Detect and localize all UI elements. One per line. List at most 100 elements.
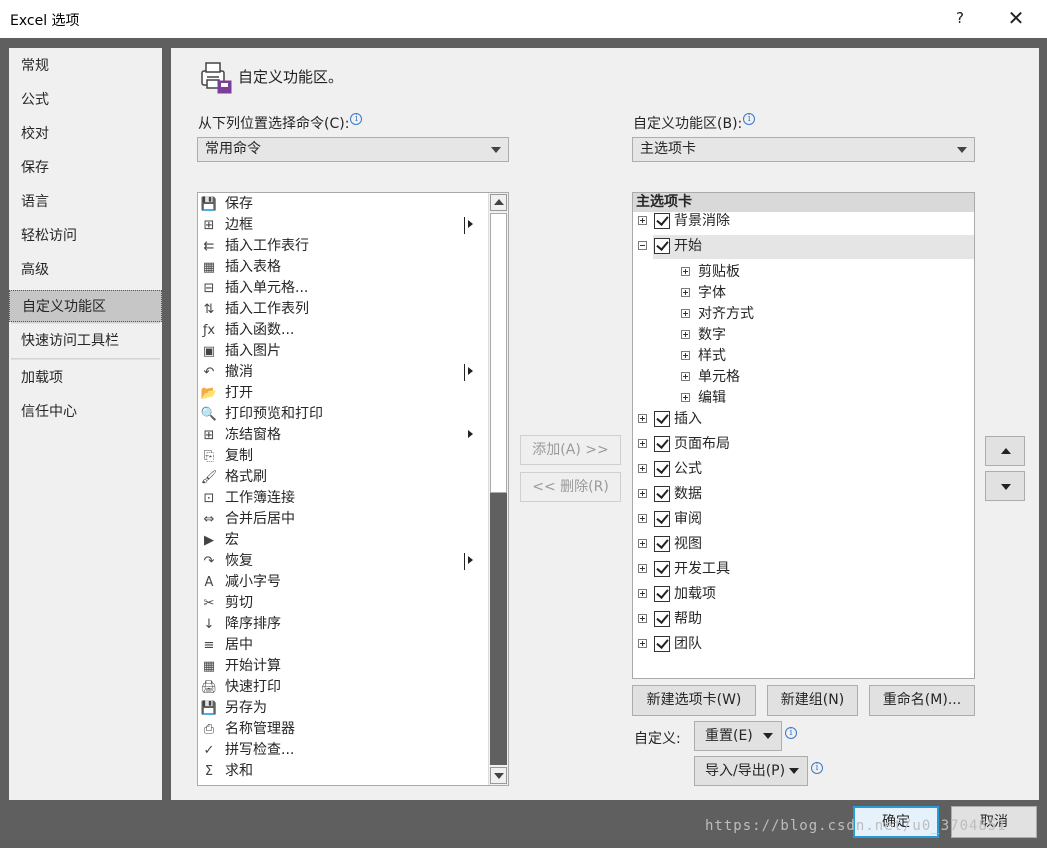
tab-checkbox[interactable]: [654, 611, 670, 627]
nav-item-6[interactable]: 高级: [9, 254, 162, 286]
expand-icon[interactable]: [681, 372, 690, 381]
command-item[interactable]: 💾 保存: [198, 194, 488, 215]
ribbon-tree-row[interactable]: 页面布局: [633, 433, 974, 457]
import-export-dropdown-button[interactable]: 导入/导出(P): [694, 756, 808, 786]
expand-icon[interactable]: [638, 514, 647, 523]
command-item[interactable]: A 减小字号: [198, 572, 488, 593]
command-item[interactable]: ✓ 拼写检查...: [198, 740, 488, 761]
scroll-down-icon[interactable]: [490, 767, 507, 784]
info-icon[interactable]: i: [743, 113, 756, 125]
tab-checkbox[interactable]: [654, 436, 670, 452]
ribbon-tree-row[interactable]: 开发工具: [633, 558, 974, 582]
command-item[interactable]: ≡ 居中: [198, 635, 488, 656]
command-item[interactable]: ↓ 降序排序: [198, 614, 488, 635]
nav-item-0[interactable]: 常规: [9, 50, 162, 82]
command-item[interactable]: 🖌 格式刷: [198, 467, 488, 488]
tab-checkbox[interactable]: [654, 213, 670, 229]
help-icon[interactable]: ?: [950, 6, 970, 30]
command-item[interactable]: ⇇ 插入工作表行: [198, 236, 488, 257]
submenu-arrow-icon[interactable]: [468, 430, 473, 438]
nav-item-4[interactable]: 语言: [9, 186, 162, 218]
command-item[interactable]: ƒx 插入函数...: [198, 320, 488, 341]
command-item[interactable]: ⊡ 工作簿连接: [198, 488, 488, 509]
commands-list[interactable]: 💾 保存 ⊞ 边框 ⇇ 插入工作表行 ▦ 插入表格 ⊟ 插入单元格... ⇅ 插入工作表列 ƒx 插入函数…: [197, 192, 509, 786]
command-item[interactable]: ⊟ 插入单元格...: [198, 278, 488, 299]
move-up-button[interactable]: [985, 436, 1025, 466]
command-item[interactable]: ▣ 插入图片: [198, 341, 488, 362]
nav-item-9[interactable]: 加载项: [9, 362, 162, 394]
add-button[interactable]: 添加(A) >>: [520, 435, 621, 465]
command-item[interactable]: ⇅ 插入工作表列: [198, 299, 488, 320]
tab-checkbox[interactable]: [654, 636, 670, 652]
expand-icon[interactable]: [638, 216, 647, 225]
expand-icon[interactable]: [638, 639, 647, 648]
info-icon[interactable]: i: [350, 113, 363, 125]
remove-button[interactable]: << 删除(R): [520, 472, 621, 502]
nav-item-2[interactable]: 校对: [9, 118, 162, 150]
commands-scrollbar[interactable]: [488, 193, 508, 785]
ribbon-tree-row[interactable]: 开始: [638, 235, 974, 259]
tab-checkbox[interactable]: [654, 411, 670, 427]
expand-icon[interactable]: [638, 439, 647, 448]
ribbon-target-dropdown[interactable]: 主选项卡: [632, 137, 975, 162]
move-down-button[interactable]: [985, 471, 1025, 501]
tab-checkbox[interactable]: [654, 561, 670, 577]
scroll-thumb[interactable]: [490, 213, 507, 493]
command-item[interactable]: ▦ 插入表格: [198, 257, 488, 278]
scroll-track[interactable]: [490, 493, 507, 765]
command-item[interactable]: ⊞ 边框: [198, 215, 488, 236]
command-item[interactable]: 💾 另存为: [198, 698, 488, 719]
expand-icon[interactable]: [681, 267, 690, 276]
info-icon[interactable]: i: [811, 762, 823, 774]
expand-icon[interactable]: [638, 614, 647, 623]
submenu-arrow-icon[interactable]: [468, 220, 473, 228]
ribbon-tree-row[interactable]: 插入: [633, 408, 974, 432]
ribbon-tree-row[interactable]: 帮助: [633, 608, 974, 632]
nav-item-7[interactable]: 自定义功能区: [9, 290, 162, 322]
ribbon-tree[interactable]: 主选项卡 背景消除 开始 剪贴板 字体 对齐方式 数字 样式 单元格 编辑 插入 页面布局 公式 数据审…: [632, 192, 975, 679]
nav-item-1[interactable]: 公式: [9, 84, 162, 116]
submenu-arrow-icon[interactable]: [468, 367, 473, 375]
ribbon-tree-row[interactable]: 公式: [633, 458, 974, 482]
ribbon-tree-row[interactable]: 团队: [633, 633, 974, 657]
info-icon[interactable]: i: [785, 727, 797, 739]
expand-icon[interactable]: [638, 414, 647, 423]
reset-dropdown-button[interactable]: 重置(E): [694, 721, 782, 751]
nav-item-5[interactable]: 轻松访问: [9, 220, 162, 252]
expand-icon[interactable]: [681, 288, 690, 297]
tab-checkbox[interactable]: [654, 586, 670, 602]
expand-icon[interactable]: [638, 539, 647, 548]
nav-item-10[interactable]: 信任中心: [9, 396, 162, 428]
rename-button[interactable]: 重命名(M)...: [869, 685, 975, 716]
command-item[interactable]: ▶ 宏: [198, 530, 488, 551]
nav-item-8[interactable]: 快速访问工具栏: [9, 325, 162, 357]
expand-icon[interactable]: [638, 564, 647, 573]
command-item[interactable]: ⎘ 复制: [198, 446, 488, 467]
nav-item-3[interactable]: 保存: [9, 152, 162, 184]
command-item[interactable]: ⇔ 合并后居中: [198, 509, 488, 530]
expand-icon[interactable]: [681, 330, 690, 339]
close-icon[interactable]: ✕: [1001, 4, 1031, 32]
command-item[interactable]: ↶ 撤消: [198, 362, 488, 383]
commands-source-dropdown[interactable]: 常用命令: [197, 137, 509, 162]
collapse-icon[interactable]: [638, 241, 647, 250]
expand-icon[interactable]: [638, 589, 647, 598]
command-item[interactable]: ↷ 恢复: [198, 551, 488, 572]
tab-checkbox[interactable]: [654, 461, 670, 477]
tab-checkbox[interactable]: [654, 238, 670, 254]
command-item[interactable]: 🖨 快速打印: [198, 677, 488, 698]
expand-icon[interactable]: [681, 309, 690, 318]
tab-checkbox[interactable]: [654, 511, 670, 527]
command-item[interactable]: ▦ 开始计算: [198, 656, 488, 677]
expand-icon[interactable]: [681, 351, 690, 360]
command-item[interactable]: ⎙ 名称管理器: [198, 719, 488, 740]
command-item[interactable]: ⊞ 冻结窗格: [198, 425, 488, 446]
scroll-up-icon[interactable]: [490, 194, 507, 211]
submenu-arrow-icon[interactable]: [468, 556, 473, 564]
new-group-button[interactable]: 新建组(N): [767, 685, 858, 716]
ribbon-tree-row[interactable]: 视图: [633, 533, 974, 557]
tab-checkbox[interactable]: [654, 536, 670, 552]
ribbon-tree-row[interactable]: 加载项: [633, 583, 974, 607]
expand-icon[interactable]: [681, 393, 690, 402]
command-item[interactable]: ✂ 剪切: [198, 593, 488, 614]
